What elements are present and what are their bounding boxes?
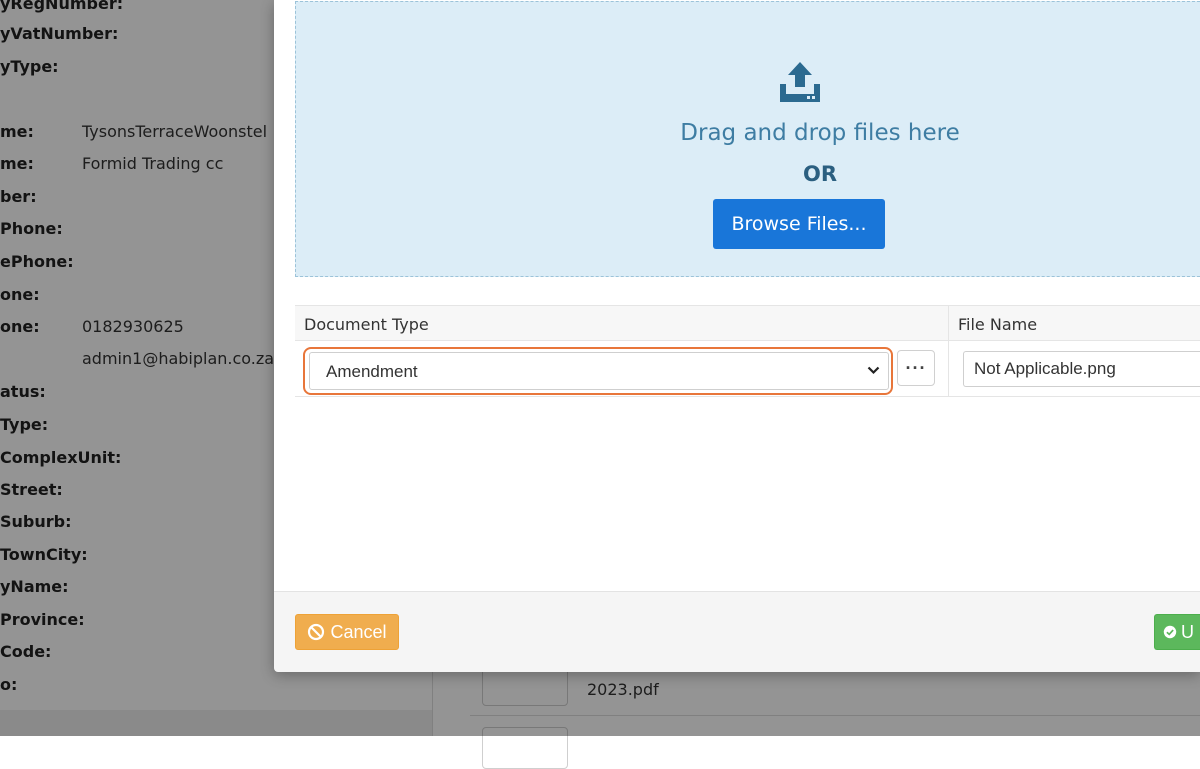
upload-dialog: Drag and drop files here OR Browse Files… xyxy=(274,0,1200,672)
file-dropzone[interactable]: Drag and drop files here OR Browse Files… xyxy=(295,1,1200,277)
check-circle-icon xyxy=(1163,625,1177,639)
document-type-select[interactable]: Amendment xyxy=(309,352,889,390)
upload-button[interactable]: U xyxy=(1154,614,1200,650)
header-document-type: Document Type xyxy=(304,315,429,334)
table-header: Document Type File Name xyxy=(295,306,1200,341)
dropzone-or: OR xyxy=(802,162,838,186)
cancel-label: Cancel xyxy=(330,621,387,642)
table-row: Amendment ··· xyxy=(295,341,1200,397)
browse-files-button[interactable]: Browse Files... xyxy=(713,199,885,249)
cancel-button[interactable]: Cancel xyxy=(295,614,399,650)
documents-table: Document Type File Name Amendment ··· xyxy=(295,305,1200,398)
document-type-value: Amendment xyxy=(326,362,418,381)
header-file-name: File Name xyxy=(958,315,1038,334)
ban-icon xyxy=(308,623,325,641)
file-name-input[interactable] xyxy=(963,351,1200,387)
chevron-down-icon xyxy=(867,366,880,375)
upload-icon xyxy=(780,62,820,102)
dropzone-instructions: Drag and drop files here xyxy=(680,120,960,146)
upload-label: U xyxy=(1181,621,1194,642)
dialog-footer: Cancel U xyxy=(274,591,1200,672)
more-options-button[interactable]: ··· xyxy=(897,350,935,386)
